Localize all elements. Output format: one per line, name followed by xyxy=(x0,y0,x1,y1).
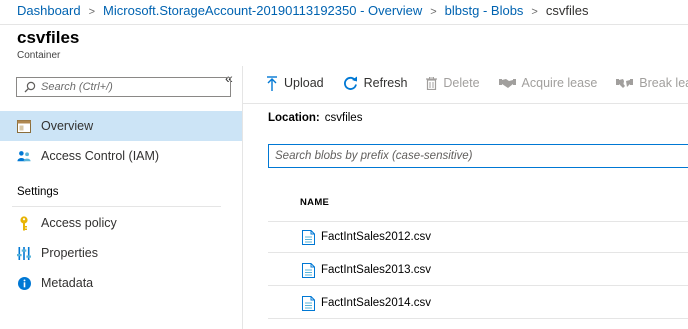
overview-icon xyxy=(17,119,31,133)
table-row[interactable]: FactIntSales2012.csv xyxy=(268,222,688,253)
people-icon xyxy=(17,149,31,163)
upload-label: Upload xyxy=(284,76,324,90)
sidebar-item-overview[interactable]: Overview xyxy=(0,111,242,141)
key-icon xyxy=(17,215,31,230)
sidebar-item-label: Access policy xyxy=(41,216,117,230)
refresh-button[interactable]: Refresh xyxy=(343,76,408,91)
sidebar-item-label: Properties xyxy=(41,246,98,260)
acquire-lease-label: Acquire lease xyxy=(521,76,598,90)
breadcrumb: Dashboard > Microsoft.StorageAccount-20190… xyxy=(0,0,688,25)
properties-icon xyxy=(17,246,31,260)
break-lease-label: Break lease xyxy=(639,76,688,90)
breadcrumb-blobs-link[interactable]: blbstg - Blobs xyxy=(445,3,524,18)
search-icon xyxy=(24,81,36,93)
upload-button[interactable]: Upload xyxy=(266,75,324,91)
location-info: Location: csvfiles xyxy=(268,112,362,124)
blob-name[interactable]: FactIntSales2014.csv xyxy=(321,297,431,309)
sidebar-item-label: Access Control (IAM) xyxy=(41,149,160,163)
nav-search-box[interactable] xyxy=(16,77,231,97)
page-subtitle: Container xyxy=(17,50,61,61)
trash-icon xyxy=(426,76,438,90)
file-icon xyxy=(302,230,315,245)
blob-name[interactable]: FactIntSales2013.csv xyxy=(321,264,431,276)
blob-search-box[interactable] xyxy=(268,144,688,168)
delete-label: Delete xyxy=(443,76,480,90)
breadcrumb-separator: > xyxy=(430,6,437,18)
delete-button[interactable]: Delete xyxy=(426,76,480,90)
break-lease-button[interactable]: Break lease xyxy=(616,76,688,90)
sidebar-item-access-control[interactable]: Access Control (IAM) xyxy=(0,141,242,171)
blob-name[interactable]: FactIntSales2012.csv xyxy=(321,231,431,243)
sidebar-item-label: Metadata xyxy=(41,276,94,290)
breadcrumb-storage-account-link[interactable]: Microsoft.StorageAccount-20190113192350 … xyxy=(103,3,422,18)
acquire-lease-button[interactable]: Acquire lease xyxy=(498,76,598,90)
table-row[interactable]: FactIntSales2013.csv xyxy=(268,255,688,286)
toolbar-divider xyxy=(243,103,688,104)
table-row[interactable]: FactIntSales2014.csv xyxy=(268,288,688,319)
column-header-name[interactable]: NAME xyxy=(300,197,329,208)
handshake-icon xyxy=(498,78,516,89)
file-icon xyxy=(302,296,315,311)
refresh-label: Refresh xyxy=(363,76,408,90)
breadcrumb-dashboard-link[interactable]: Dashboard xyxy=(17,3,81,18)
sidebar-item-metadata[interactable]: Metadata xyxy=(0,268,242,298)
file-icon xyxy=(302,263,315,278)
upload-icon xyxy=(266,75,278,91)
command-bar: Upload Refresh Delete Acquire lease Brea… xyxy=(266,70,688,96)
sidebar-item-properties[interactable]: Properties xyxy=(0,238,242,268)
broken-handshake-icon xyxy=(616,78,634,89)
info-icon xyxy=(17,276,31,290)
sidebar-item-access-policy[interactable]: Access policy xyxy=(0,208,242,238)
location-label: Location: xyxy=(268,112,320,124)
location-value: csvfiles xyxy=(324,112,363,124)
sidebar-item-label: Overview xyxy=(41,119,94,133)
breadcrumb-separator: > xyxy=(531,6,538,18)
nav-section-settings: Settings xyxy=(17,186,59,198)
nav-divider xyxy=(12,206,221,207)
nav-search-input[interactable] xyxy=(41,79,226,95)
breadcrumb-current: csvfiles xyxy=(545,3,589,18)
refresh-icon xyxy=(343,76,358,91)
breadcrumb-separator: > xyxy=(88,6,96,18)
blob-search-input[interactable] xyxy=(275,148,675,164)
page-title: csvfiles xyxy=(17,28,80,47)
